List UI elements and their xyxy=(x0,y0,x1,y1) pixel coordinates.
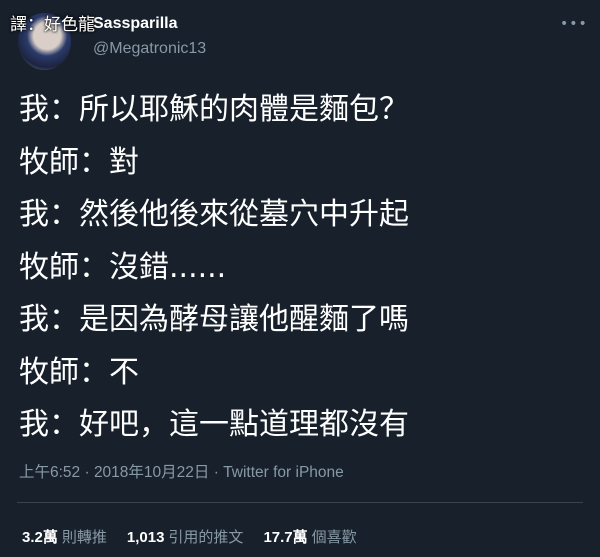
tweet-line: 我：是因為酵母讓他醒麵了嗎 xyxy=(19,302,409,337)
tweet-text: 我：所以耶穌的肉體是麵包？ 牧師：對 我：然後他後來從墓穴中升起 牧師：沒錯..… xyxy=(19,88,409,456)
tweet-timestamp[interactable]: 上午6:52 · 2018年10月22日 · Twitter for iPhon… xyxy=(19,460,344,482)
tweet-stats: 3.2萬 則轉推 1,013 引用的推文 17.7萬 個喜歡 xyxy=(22,526,357,547)
tweet-line: 牧師：沒錯...... xyxy=(19,249,227,285)
author-handle[interactable]: @Megatronic13 xyxy=(93,40,206,58)
quotes-stat[interactable]: 1,013 引用的推文 xyxy=(127,526,244,547)
translator-watermark: 譯：好色龍 xyxy=(10,15,95,35)
divider xyxy=(17,502,583,503)
tweet-line: 我：所以耶穌的肉體是麵包？ xyxy=(19,92,409,127)
likes-stat[interactable]: 17.7萬 個喜歡 xyxy=(263,526,356,547)
author-name[interactable]: Sassparilla xyxy=(93,15,178,33)
ellipsis-icon[interactable]: ••• xyxy=(560,16,588,32)
tweet-line: 牧師：不 xyxy=(19,354,139,390)
tweet-line: 牧師：對 xyxy=(19,144,139,180)
retweets-stat[interactable]: 3.2萬 則轉推 xyxy=(22,526,107,547)
tweet-line: 我：好吧，這一點道理都沒有 xyxy=(19,407,409,442)
tweet-line: 我：然後他後來從墓穴中升起 xyxy=(19,197,409,232)
